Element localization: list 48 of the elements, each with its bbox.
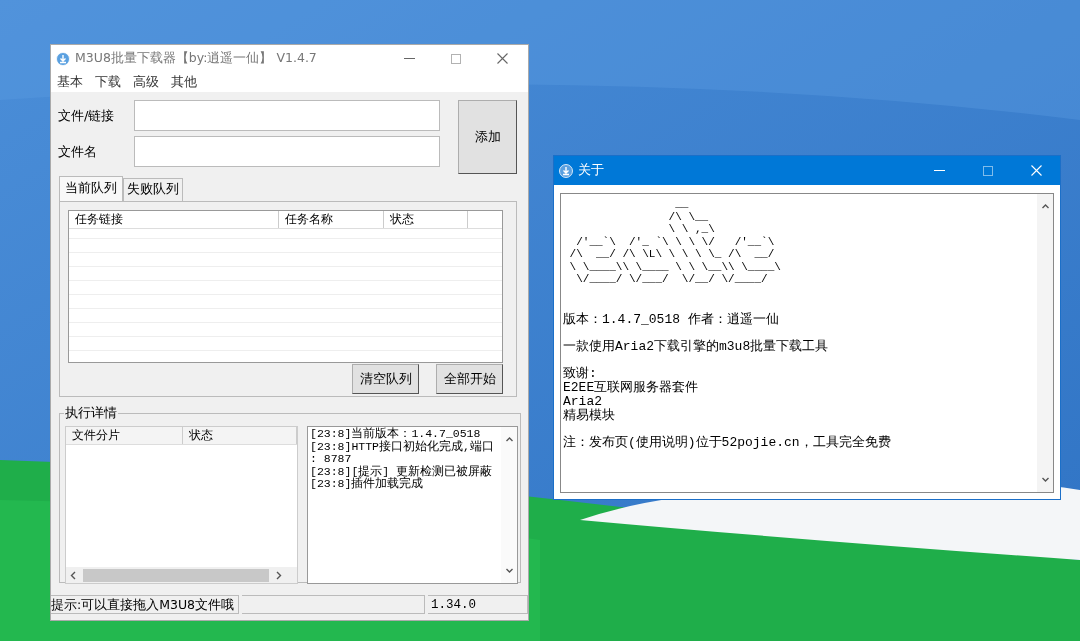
- about-text: 注：发布页(使用说明)位于52pojie.cn，工具完全免费: [563, 436, 892, 450]
- about-text: E2EE互联网服务器套件: [563, 381, 700, 395]
- tab[interactable]: 当前队列: [59, 176, 123, 201]
- close-icon[interactable]: [497, 53, 508, 64]
- scroll-down-icon[interactable]: [1041, 475, 1049, 484]
- download-icon: [559, 163, 573, 178]
- column-header[interactable]: 状态: [384, 211, 468, 228]
- scroll-down-icon[interactable]: [505, 566, 513, 575]
- about-text: 致谢:: [563, 367, 598, 381]
- scroll-up-icon[interactable]: [505, 435, 513, 444]
- menu-item[interactable]: 基本: [57, 73, 83, 91]
- add-button[interactable]: 添加: [458, 100, 517, 174]
- about-text: 版本：1.4.7_0518 作者：逍遥一仙: [563, 313, 780, 327]
- column-header[interactable]: 任务链接: [69, 211, 279, 228]
- queue-button[interactable]: 清空队列: [352, 364, 419, 394]
- version-text: 1.34.0: [428, 595, 528, 614]
- log-line: [23:8]当前版本：1.4.7_0518: [310, 428, 482, 440]
- minimize-icon[interactable]: [404, 57, 415, 60]
- scroll-right-icon[interactable]: [275, 570, 282, 580]
- log-line: [23:8][提示] 更新检测已被屏蔽: [310, 465, 494, 478]
- column-header[interactable]: 任务名称: [279, 211, 384, 228]
- tab[interactable]: 失败队列: [123, 178, 183, 201]
- menu-item[interactable]: 高级: [133, 73, 159, 91]
- minimize-icon[interactable]: [934, 169, 945, 172]
- input-field[interactable]: [134, 136, 440, 167]
- group-title: 执行详情: [64, 405, 118, 422]
- scroll-up-icon[interactable]: [1041, 202, 1049, 211]
- status-text: 提示:可以直接拖入M3U8文件哦: [51, 595, 239, 614]
- about-text: Aria2: [563, 395, 602, 409]
- window-title: 关于: [578, 162, 605, 179]
- ascii-art: __ /\ \__ \ \ ,_\ /'__`\ /'_ `\ \ \ \/ /'__`\ /\ __/ /\ \L\ \ \ \ \_ /\ __/ \ \____\\ \____ \ \ \__\\ \____\ \/____/ \/___/ \/__/ \/____/: [568, 198, 782, 287]
- log-line: [23:8]HTTP接口初始化完成,端口: [310, 440, 495, 453]
- log-line: : 8787: [310, 453, 353, 466]
- field-label: 文件名: [58, 142, 98, 161]
- field-label: 文件/链接: [58, 106, 116, 125]
- scroll-left-icon[interactable]: [70, 570, 77, 580]
- menu-item[interactable]: 其他: [171, 73, 197, 91]
- queue-button[interactable]: 全部开始: [436, 364, 503, 394]
- input-field[interactable]: [134, 100, 440, 131]
- column-header[interactable]: 状态: [183, 427, 297, 444]
- window-title: M3U8批量下载器【by:逍遥一仙】 V1.4.7: [75, 50, 318, 67]
- about-text: 精易模块: [563, 409, 616, 423]
- download-icon: [56, 51, 70, 66]
- menu-item[interactable]: 下载: [95, 73, 121, 91]
- about-text: 一款使用Aria2下载引擎的m3u8批量下载工具: [563, 340, 830, 354]
- scrollbar-thumb[interactable]: [83, 568, 269, 582]
- column-header[interactable]: 文件分片: [66, 427, 183, 444]
- log-line: [23:8]插件加载完成: [310, 478, 424, 491]
